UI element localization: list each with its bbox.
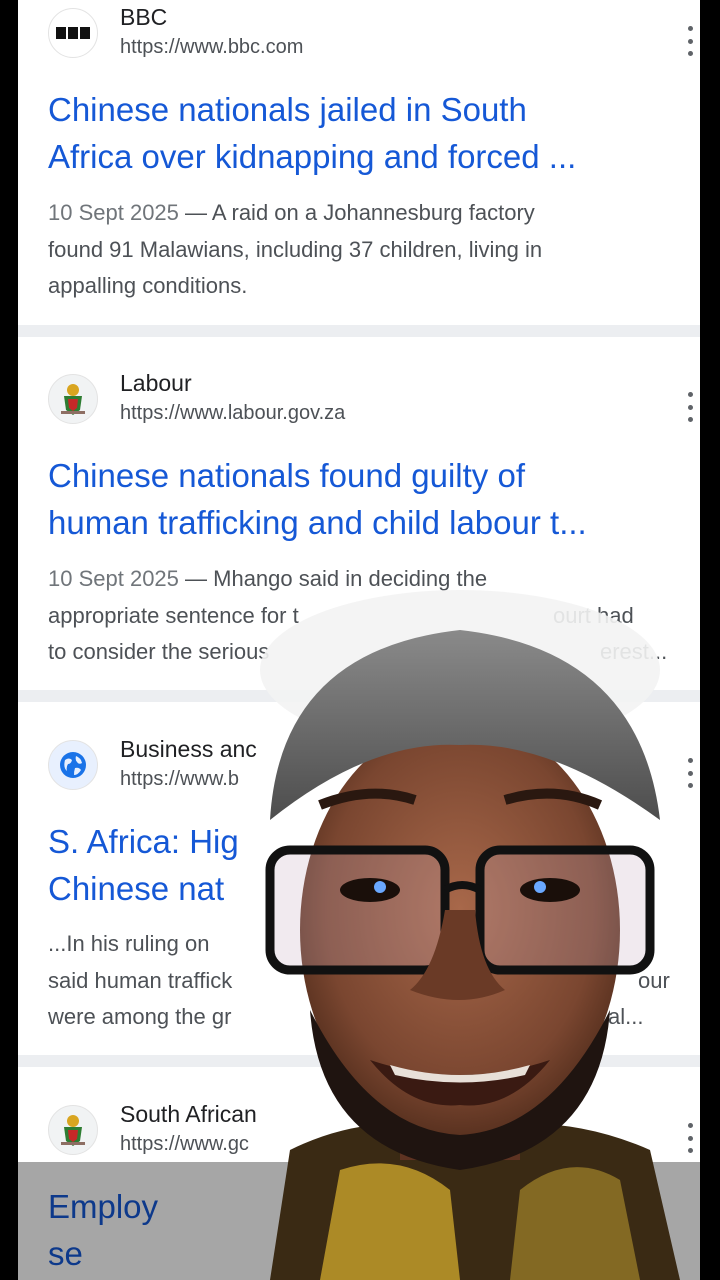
result-title[interactable]: Chinese nationals jailed in South Africa… [48,86,678,180]
site-url: https://www.bbc.com [120,36,304,58]
more-options-icon[interactable] [680,1123,700,1153]
result-date: 10 Sept 2025 [48,200,179,225]
snippet-text: were among the gr [48,1004,232,1029]
result-date: 10 Sept 2025 [48,566,179,591]
site-url: https://www.b [120,768,239,790]
site-name: South African [120,1101,257,1127]
snippet-line: appalling conditions. [48,273,248,298]
site-name: BBC [120,4,168,30]
bbc-logo-icon [48,8,98,58]
snippet-line: 10 Sept 2025 — A raid on a Johannesburg … [48,200,535,225]
sa-coat-of-arms-icon [48,374,98,424]
title-line: Chinese nationals found guilty of [48,457,525,494]
more-options-icon[interactable] [680,26,700,56]
site-row[interactable]: BBC https://www.bbc.com [48,0,693,64]
site-name: Business anc [120,736,257,762]
result-snippet: 10 Sept 2025 — A raid on a Johannesburg … [48,195,678,305]
result-title[interactable]: Chinese nationals found guilty of human … [48,452,678,546]
more-options-icon[interactable] [680,392,700,422]
site-url: https://www.labour.gov.za [120,402,346,424]
snippet-text: said human traffick [48,967,233,993]
site-url: https://www.gc [120,1133,249,1155]
site-row[interactable]: Labour https://www.labour.gov.za [48,366,693,430]
sa-coat-of-arms-icon [48,1105,98,1155]
site-name: Labour [120,370,192,396]
snippet-text: to consider the serious [48,639,270,664]
title-line: human trafficking and child labour t... [48,504,587,541]
result-separator [18,325,700,337]
snippet-line: found 91 Malawians, including 37 childre… [48,236,543,262]
title-line: Chinese nationals jailed in South [48,91,527,128]
title-line: Africa over kidnapping and forced ... [48,138,577,175]
presenter-video-overlay [260,590,680,1280]
more-options-icon[interactable] [680,758,700,788]
globe-icon [48,740,98,790]
